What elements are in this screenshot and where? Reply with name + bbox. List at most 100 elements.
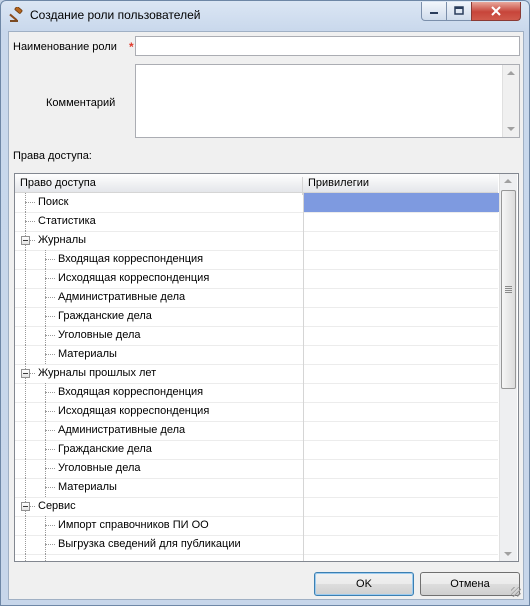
tree-connector (25, 421, 26, 440)
gavel-icon (9, 7, 23, 22)
collapse-icon[interactable] (21, 236, 30, 245)
privilege-cell[interactable] (303, 554, 499, 561)
tree-connector (45, 430, 55, 431)
privilege-cell[interactable] (303, 212, 499, 231)
tree-connector (25, 535, 26, 554)
tree-connector (25, 269, 26, 288)
access-rights-grid[interactable]: Право доступа Привилегии Поиск Статистика… (14, 173, 519, 562)
tree-connector (25, 440, 26, 459)
access-right-name: Исходящая корреспонденция (58, 272, 210, 284)
tree-row[interactable]: Входящая корреспонденция (15, 250, 498, 270)
access-right-name: Гражданские дела (58, 443, 152, 455)
minimize-button[interactable] (421, 2, 447, 21)
resize-grip-icon[interactable] (511, 587, 521, 597)
privilege-cell[interactable] (303, 288, 499, 307)
tree-connector (25, 345, 26, 364)
required-marker: * (129, 40, 134, 54)
privilege-cell[interactable] (303, 364, 499, 383)
cancel-button[interactable]: Отмена (420, 572, 520, 596)
access-right-name: Уголовные дела (58, 462, 141, 474)
tree-row[interactable]: Гражданские дела (15, 307, 498, 327)
column-header-right[interactable]: Право доступа (20, 177, 96, 189)
privilege-cell[interactable] (303, 535, 499, 554)
close-button[interactable] (471, 2, 521, 21)
tree-group-row[interactable]: Сервис (15, 497, 498, 517)
tree-row[interactable]: Уголовные дела (15, 326, 498, 346)
tree-connector (25, 383, 26, 402)
tree-connector (45, 297, 55, 298)
privilege-cell[interactable] (303, 497, 499, 516)
maximize-button[interactable] (446, 2, 472, 21)
tree-connector (25, 459, 26, 478)
access-right-name: Гражданские дела (58, 310, 152, 322)
tree-row[interactable] (15, 554, 499, 561)
close-icon (491, 6, 501, 16)
collapse-icon[interactable] (21, 502, 30, 511)
tree-row[interactable]: Исходящая корреспонденция (15, 402, 498, 422)
scroll-thumb[interactable] (501, 190, 516, 389)
scroll-down-icon[interactable] (507, 127, 515, 131)
access-right-name: Административные дела (58, 424, 186, 436)
access-right-name: Поиск (38, 196, 69, 208)
privilege-cell[interactable] (303, 307, 499, 326)
privilege-cell[interactable] (303, 326, 499, 345)
privilege-cell[interactable] (303, 345, 499, 364)
tree-row[interactable]: Материалы (15, 345, 498, 365)
tree-row[interactable]: Уголовные дела (15, 459, 498, 479)
role-name-label: Наименование роли (13, 41, 117, 53)
comment-textarea[interactable] (135, 64, 520, 138)
tree-row[interactable]: Входящая корреспонденция (15, 383, 498, 403)
access-rights-label: Права доступа: (13, 150, 92, 162)
access-right-name: Импорт справочников ПИ ОО (58, 519, 209, 531)
tree-connector (45, 468, 55, 469)
privilege-cell[interactable] (303, 478, 499, 497)
privilege-cell-selected[interactable] (303, 193, 499, 212)
tree-row[interactable]: Статистика (15, 212, 498, 232)
tree-row[interactable]: Административные дела (15, 288, 498, 308)
access-right-name: Исходящая корреспонденция (58, 405, 210, 417)
role-name-input[interactable] (135, 36, 520, 56)
tree-connector (45, 278, 55, 279)
scroll-up-icon[interactable] (507, 71, 515, 75)
scroll-down-icon[interactable] (504, 552, 512, 556)
tree-row[interactable]: Импорт справочников ПИ ОО (15, 516, 498, 536)
access-right-name: Входящая корреспонденция (58, 386, 204, 398)
privilege-cell[interactable] (303, 440, 499, 459)
privilege-cell[interactable] (303, 402, 499, 421)
tree-connector (45, 259, 55, 260)
access-right-name: Журналы (38, 234, 87, 246)
scroll-up-icon[interactable] (504, 179, 512, 183)
tree-connector (25, 478, 26, 497)
tree-group-row[interactable]: Журналы (15, 231, 498, 251)
privilege-cell[interactable] (303, 421, 499, 440)
tree-group-row[interactable]: Журналы прошлых лет (15, 364, 498, 384)
tree-connector (25, 202, 35, 203)
tree-row[interactable]: Исходящая корреспонденция (15, 269, 498, 289)
collapse-icon[interactable] (21, 369, 30, 378)
privilege-cell[interactable] (303, 383, 499, 402)
column-header-privileges[interactable]: Привилегии (308, 177, 369, 189)
tree-row[interactable]: Выгрузка сведений для публикации (15, 535, 498, 555)
title-bar[interactable]: Создание роли пользователей (1, 1, 529, 29)
grid-scrollbar[interactable] (499, 174, 517, 561)
ok-button[interactable]: OK (314, 572, 414, 596)
tree-row[interactable]: Материалы (15, 478, 498, 498)
tree-connector (45, 411, 55, 412)
privilege-cell[interactable] (303, 231, 499, 250)
privilege-cell[interactable] (303, 459, 499, 478)
tree-connector (25, 516, 26, 535)
access-right-name: Сервис (38, 500, 76, 512)
privilege-cell[interactable] (303, 516, 499, 535)
tree-row[interactable]: Административные дела (15, 421, 498, 441)
grid-header: Право доступа Привилегии (15, 174, 498, 195)
tree-connector (25, 288, 26, 307)
tree-row[interactable]: Поиск (15, 193, 499, 213)
maximize-icon (454, 6, 464, 15)
tree-connector (45, 392, 55, 393)
tree-connector (45, 487, 55, 488)
privilege-cell[interactable] (303, 250, 499, 269)
tree-connector (45, 316, 55, 317)
comment-scrollbar[interactable] (502, 65, 519, 137)
privilege-cell[interactable] (303, 269, 499, 288)
tree-row[interactable]: Гражданские дела (15, 440, 498, 460)
